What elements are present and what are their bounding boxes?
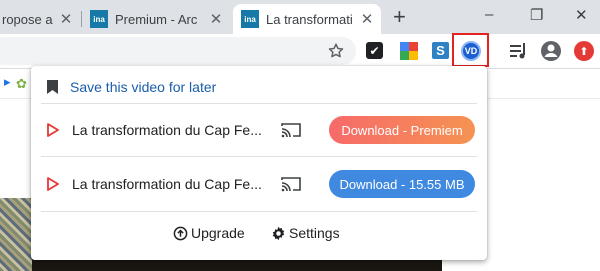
video-title: La transformation du Cap Fe... bbox=[72, 122, 262, 138]
download-button[interactable]: Download - 15.55 MB bbox=[329, 170, 475, 198]
divider bbox=[41, 156, 477, 157]
divider bbox=[41, 103, 477, 104]
minimize-icon[interactable]: – bbox=[485, 6, 493, 23]
bookmark-green-icon[interactable]: ✿ bbox=[16, 76, 27, 92]
video-downloader-icon[interactable]: VD bbox=[461, 41, 481, 61]
cast-icon[interactable] bbox=[281, 176, 301, 192]
new-tab-button[interactable]: + bbox=[393, 6, 406, 28]
tab-1[interactable]: ropose a ✕ bbox=[0, 4, 80, 34]
ina-favicon-icon: ina bbox=[90, 10, 108, 28]
save-for-later-label: Save this video for later bbox=[70, 79, 217, 95]
close-window-icon[interactable]: ✕ bbox=[575, 6, 588, 24]
tab-3-active[interactable]: ina La transformati ✕ bbox=[233, 4, 381, 34]
restore-icon[interactable]: ❐ bbox=[530, 6, 543, 24]
video-title: La transformation du Cap Fe... bbox=[72, 176, 262, 192]
address-bar[interactable] bbox=[0, 37, 356, 65]
upgrade-link[interactable]: Upgrade bbox=[173, 225, 245, 241]
video-downloader-popup: Save this video for later La transformat… bbox=[31, 66, 487, 260]
ina-favicon-icon: ina bbox=[241, 10, 259, 28]
popup-footer: Upgrade Settings bbox=[31, 225, 487, 247]
video-thumbnail-image bbox=[0, 198, 32, 271]
tab-title: ropose a bbox=[2, 11, 53, 27]
play-icon[interactable] bbox=[47, 123, 59, 137]
reading-list-icon[interactable] bbox=[509, 41, 529, 61]
s-extension-icon[interactable]: S bbox=[432, 42, 449, 59]
profile-avatar-icon[interactable] bbox=[541, 41, 561, 61]
tab-title: La transformati bbox=[266, 11, 353, 27]
cast-icon[interactable] bbox=[281, 122, 301, 138]
close-icon[interactable]: ✕ bbox=[208, 10, 224, 28]
download-premium-button[interactable]: Download - Premiem bbox=[329, 116, 475, 144]
google-translate-icon[interactable] bbox=[399, 41, 419, 61]
tab-strip: ropose a ✕ ina Premium - Arc ✕ ina La tr… bbox=[0, 0, 600, 34]
star-icon[interactable] bbox=[326, 41, 346, 61]
upgrade-label: Upgrade bbox=[191, 225, 245, 241]
close-icon[interactable]: ✕ bbox=[359, 10, 375, 28]
dark-extension-icon[interactable]: ✔ bbox=[366, 42, 383, 59]
bookmark-icon bbox=[47, 80, 58, 94]
settings-label: Settings bbox=[289, 225, 340, 241]
video-list-item: La transformation du Cap Fe... Download … bbox=[47, 169, 477, 199]
bookmark-blue-icon[interactable]: ▸ bbox=[4, 74, 11, 90]
play-icon[interactable] bbox=[47, 177, 59, 191]
update-icon[interactable]: ⬆ bbox=[574, 41, 594, 61]
upgrade-icon bbox=[173, 226, 188, 240]
save-for-later-link[interactable]: Save this video for later bbox=[47, 76, 216, 98]
divider bbox=[41, 211, 477, 212]
tab-title: Premium - Arc bbox=[115, 11, 198, 27]
video-list-item: La transformation du Cap Fe... Download … bbox=[47, 115, 477, 145]
close-icon[interactable]: ✕ bbox=[58, 10, 74, 28]
browser-toolbar: ✔ S ⬆ bbox=[0, 34, 600, 69]
settings-link[interactable]: Settings bbox=[271, 225, 340, 241]
gear-icon bbox=[272, 226, 285, 240]
tab-2[interactable]: ina Premium - Arc ✕ bbox=[82, 4, 230, 34]
